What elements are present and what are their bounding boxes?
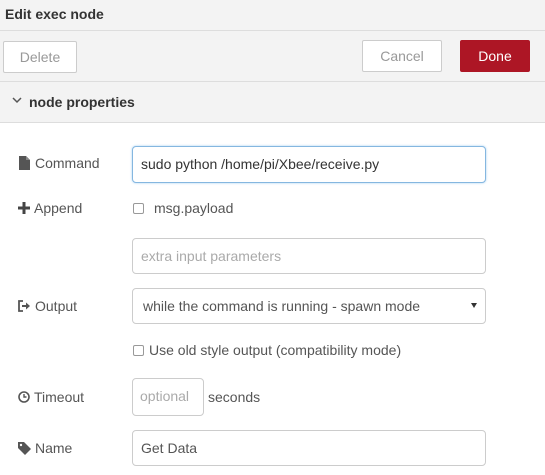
name-input[interactable]: Get Data xyxy=(132,430,486,466)
timeout-label: Timeout xyxy=(18,389,84,405)
output-select[interactable]: while the command is running - spawn mod… xyxy=(132,288,486,324)
dialog-title: Edit exec node xyxy=(5,6,104,22)
section-label: node properties xyxy=(29,94,135,110)
output-label: Output xyxy=(18,298,77,314)
done-button[interactable]: Done xyxy=(460,40,530,72)
append-label: Append xyxy=(18,200,82,216)
cancel-button[interactable]: Cancel xyxy=(362,40,442,72)
timeout-input[interactable]: optional xyxy=(132,378,204,416)
chevron-down-icon xyxy=(12,97,22,104)
dropdown-arrow-icon xyxy=(471,303,477,308)
old-style-output-checkbox[interactable] xyxy=(133,345,144,356)
dialog-toolbar: Delete Cancel Done xyxy=(0,31,545,82)
extra-parameters-input[interactable]: extra input parameters xyxy=(132,238,486,274)
timeout-unit: seconds xyxy=(208,389,261,405)
sign-out-icon xyxy=(18,300,30,312)
clock-icon xyxy=(18,391,30,403)
command-input[interactable]: sudo python /home/pi/Xbee/receive.py xyxy=(132,146,486,183)
output-selected-value: while the command is running - spawn mod… xyxy=(143,298,421,314)
delete-button[interactable]: Delete xyxy=(3,41,77,73)
append-payload-label: msg.payload xyxy=(154,200,234,216)
plus-icon xyxy=(18,202,30,214)
node-properties-header[interactable]: node properties xyxy=(0,82,545,123)
command-label: Command xyxy=(18,155,100,171)
append-payload-checkbox[interactable] xyxy=(133,203,144,214)
file-icon xyxy=(19,156,30,170)
name-label: Name xyxy=(18,440,72,456)
tag-icon xyxy=(18,441,31,455)
old-style-output-label: Use old style output (compatibility mode… xyxy=(149,342,402,358)
dialog-titlebar: Edit exec node xyxy=(0,0,545,31)
